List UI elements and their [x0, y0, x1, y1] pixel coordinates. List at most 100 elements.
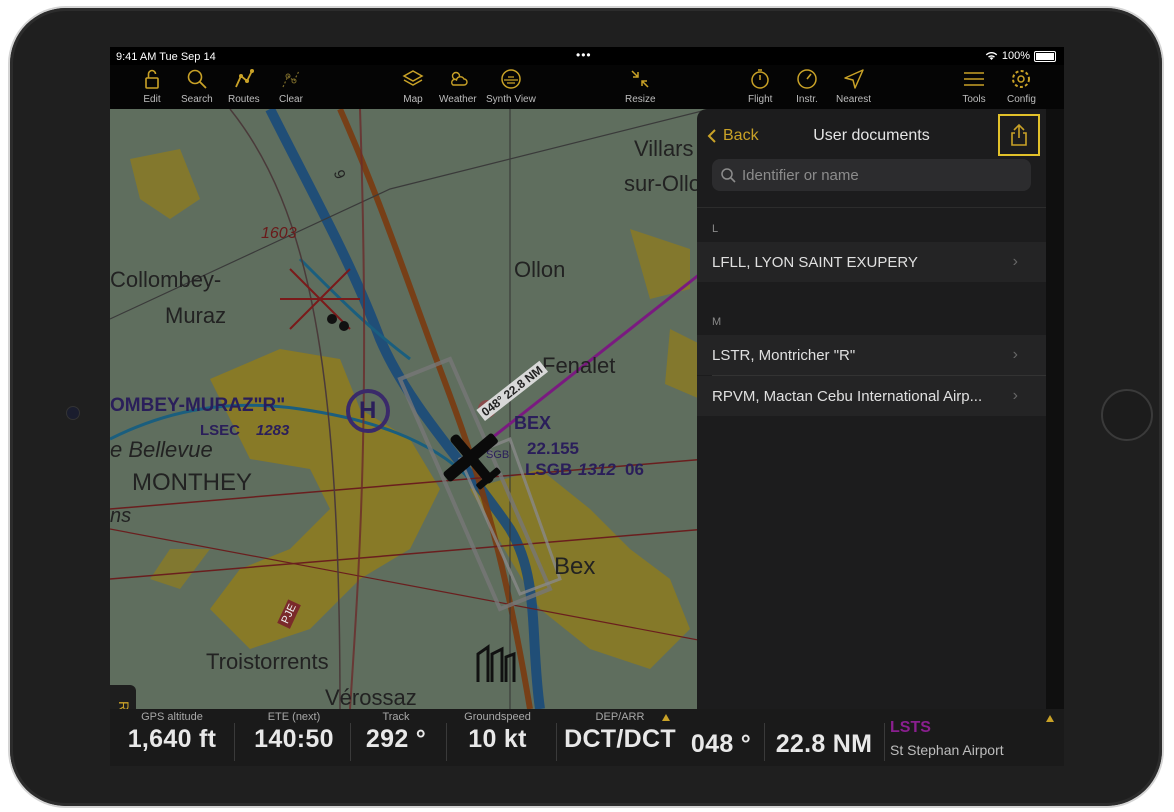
map-label-lsgb-elev: 1312 [578, 460, 616, 479]
user-documents-panel: Back User documents Identifier or name L… [697, 109, 1046, 709]
map-label-lsgb: LSGB [525, 460, 573, 479]
weather-label: Weather [439, 94, 477, 105]
search-field[interactable]: Identifier or name [712, 159, 1031, 191]
chevron-right-icon: › [1012, 387, 1018, 404]
list-item[interactable]: LFLL, LYON SAINT EXUPERY › [697, 242, 1046, 282]
home-button[interactable] [1101, 389, 1153, 441]
groundspeed-field[interactable]: Groundspeed 10 kt [450, 711, 545, 754]
document-name: LFLL, LYON SAINT EXUPERY [712, 253, 918, 271]
map-label-elevation: 1603 [261, 225, 297, 242]
map-label-muraz: Muraz [165, 303, 227, 328]
groundspeed-label: Groundspeed [464, 711, 531, 723]
share-icon [1011, 123, 1027, 146]
attitude-icon [501, 69, 521, 89]
top-toolbar: Edit Search Routes Clear Map Weather Syn… [110, 65, 1064, 109]
edit-label: Edit [143, 94, 161, 105]
flight-button[interactable]: Flight [748, 67, 772, 105]
nearest-label: Nearest [836, 94, 872, 105]
list-item[interactable]: RPVM, Mactan Cebu International Airp... … [697, 376, 1046, 416]
track-value: 292 ° [365, 725, 427, 753]
status-time: 9:41 AM Tue Sep 14 [116, 51, 216, 63]
map-label: Map [403, 94, 423, 105]
weather-button[interactable]: Weather [439, 67, 477, 105]
track-field[interactable]: Track 292 ° [356, 711, 436, 754]
edit-button[interactable]: Edit [140, 67, 164, 105]
route-tab[interactable]: Route [110, 685, 136, 709]
clear-button[interactable]: Clear [279, 67, 303, 105]
location-arrow-icon [843, 69, 864, 89]
clear-label: Clear [279, 94, 303, 105]
distance-field[interactable]: 22.8 NM [768, 728, 880, 759]
map-label-ombey-muraz: OMBEY-MURAZ"R" [110, 395, 286, 416]
section-header-l: L [712, 223, 719, 235]
weather-icon [450, 71, 468, 86]
map-label-villars: Villars [634, 136, 694, 161]
resize-icon [631, 70, 649, 88]
list-item[interactable]: LSTR, Montricher "R" › [697, 335, 1046, 375]
config-button[interactable]: Config [1007, 67, 1036, 105]
map-label-ollon: Ollon [514, 257, 566, 282]
map-label-troistorrents: Troistorrents [206, 649, 329, 674]
map-label-bex-caps: BEX [514, 413, 552, 433]
multitask-dots[interactable]: ••• [576, 48, 592, 62]
chevron-right-icon: › [1012, 346, 1018, 363]
section-header-m: M [712, 316, 722, 328]
resize-button[interactable]: Resize [625, 67, 656, 105]
search-label: Search [181, 94, 213, 105]
ete-field[interactable]: ETE (next) 140:50 [242, 711, 346, 754]
ete-label: ETE (next) [267, 711, 321, 723]
map-button[interactable]: Map [401, 67, 425, 105]
route-tab-label: Route [116, 701, 132, 709]
right-edge-strip [1046, 109, 1064, 709]
track-label: Track [382, 711, 410, 723]
gps-altitude-field[interactable]: GPS altitude 1,640 ft [122, 711, 222, 754]
battery-icon [1034, 50, 1056, 62]
resize-label: Resize [625, 94, 656, 105]
gear-icon [1012, 70, 1031, 88]
lock-icon [145, 69, 159, 89]
gps-altitude-value: 1,640 ft [127, 725, 217, 753]
search-button[interactable]: Search [181, 67, 213, 105]
tools-button[interactable]: Tools [962, 67, 986, 105]
routes-button[interactable]: Routes [228, 67, 260, 105]
instruments-button[interactable]: Instr. [795, 67, 819, 105]
triangle-up-icon [662, 714, 670, 721]
map-label-lsec-elev: 1283 [256, 422, 290, 439]
map-label-bellevue: e Bellevue [110, 437, 213, 462]
map-label-fenalet: Fenalet [542, 353, 616, 378]
screen: 9:41 AM Tue Sep 14 ••• 100% Edit Search … [110, 47, 1064, 766]
chevron-right-icon: › [1012, 253, 1018, 270]
triangle-up-icon [1046, 715, 1054, 722]
status-bar: 9:41 AM Tue Sep 14 ••• 100% [110, 47, 1064, 65]
bearing-field[interactable]: 048 ° [682, 728, 760, 759]
search-icon [720, 167, 736, 183]
flight-info-bar: GPS altitude 1,640 ft ETE (next) 140:50 … [110, 709, 1064, 766]
map-label-frequency: 22.155 [527, 439, 579, 458]
dep-arr-value: DCT/DCT [564, 725, 676, 753]
tools-label: Tools [962, 94, 986, 105]
map-label-monthey: MONTHEY [132, 469, 252, 496]
battery-percent: 100% [1001, 50, 1030, 62]
map-label-heliport-h: H [359, 397, 377, 424]
ete-value: 140:50 [254, 725, 334, 753]
nearest-button[interactable]: Nearest [836, 67, 871, 105]
document-name: LSTR, Montricher "R" [712, 346, 856, 364]
destination-name[interactable]: St Stephan Airport [890, 742, 1004, 758]
bearing-value: 048 ° [690, 730, 752, 758]
front-camera [66, 406, 80, 420]
synth-view-button[interactable]: Synth View [486, 67, 536, 105]
layers-icon [402, 70, 424, 86]
destination-code[interactable]: LSTS [890, 719, 931, 737]
map-label-lsgb-runway: 06 [625, 460, 644, 479]
document-name: RPVM, Mactan Cebu International Airp... [712, 387, 983, 405]
search-placeholder: Identifier or name [742, 166, 859, 184]
groundspeed-value: 10 kt [468, 725, 527, 753]
gauge-icon [797, 69, 817, 89]
wifi-icon [985, 52, 998, 60]
search-icon [187, 69, 207, 89]
map-label-verossaz: Vérossaz [325, 685, 417, 709]
share-button[interactable] [998, 114, 1040, 156]
panel-title: User documents [813, 127, 930, 144]
routes-icon [235, 69, 254, 88]
stopwatch-icon [751, 69, 769, 89]
